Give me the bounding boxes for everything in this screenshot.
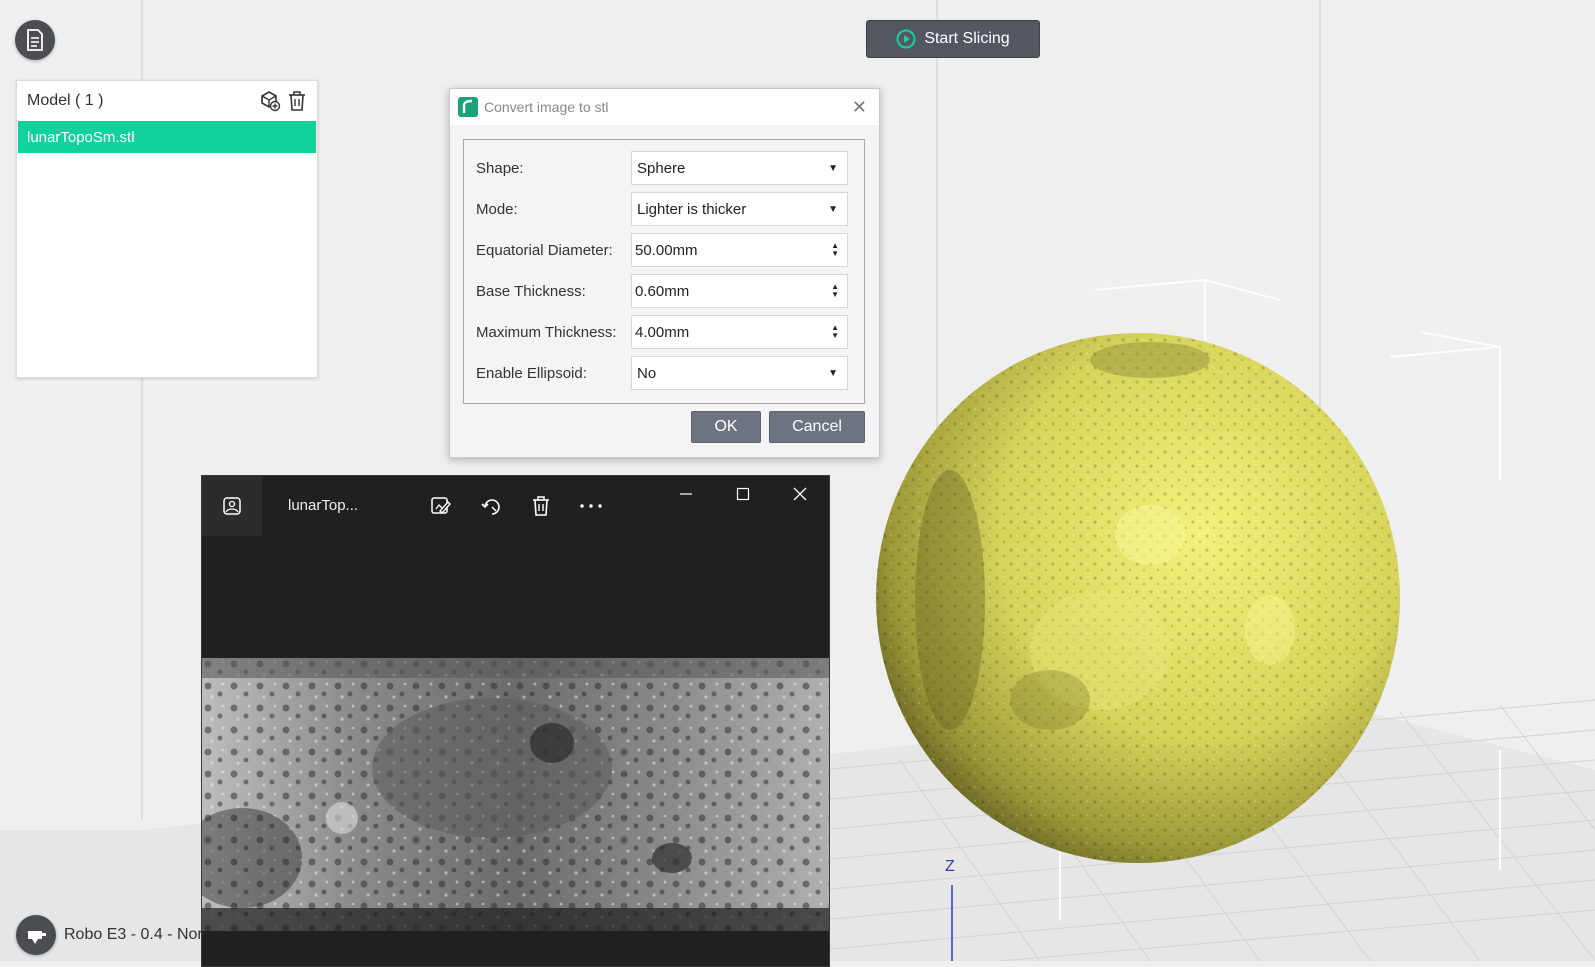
app-logo-icon <box>458 97 478 117</box>
delete-button[interactable] <box>529 494 553 518</box>
maximize-button[interactable] <box>731 482 755 506</box>
minimize-button[interactable] <box>674 482 698 506</box>
trash-icon <box>533 496 549 516</box>
trash-icon[interactable] <box>287 90 307 112</box>
printer-icon <box>28 931 46 944</box>
mode-select[interactable]: Lighter is thicker ▼ <box>631 192 848 226</box>
mode-value: Lighter is thicker <box>637 200 747 218</box>
more-icon <box>580 504 602 508</box>
gallery-icon <box>223 497 241 515</box>
base-thickness-spinbox[interactable]: 0.60mm ▲ ▼ <box>631 274 848 308</box>
dialog-title: Convert image to stl <box>484 99 609 115</box>
add-model-icon[interactable] <box>259 90 281 112</box>
printer-button[interactable] <box>16 915 56 955</box>
start-slicing-label: Start Slicing <box>924 30 1010 47</box>
model-list-item[interactable]: lunarTopoSm.stl <box>18 121 316 153</box>
enable-ellipsoid-value: No <box>637 364 657 382</box>
enable-ellipsoid-label: Enable Ellipsoid: <box>476 364 587 382</box>
printer-status[interactable]: Robo E3 - 0.4 - Nor <box>16 915 203 955</box>
dropdown-arrow-icon: ▼ <box>828 367 838 379</box>
enable-ellipsoid-row: Enable Ellipsoid: No ▼ <box>476 356 856 390</box>
printer-label: Robo E3 - 0.4 - Nor <box>64 926 203 943</box>
photo-viewer-window: lunarTop... <box>201 475 830 967</box>
maximum-thickness-label: Maximum Thickness: <box>476 323 617 341</box>
cancel-button[interactable]: Cancel <box>769 411 865 443</box>
rotate-button[interactable] <box>479 494 503 518</box>
ok-label: OK <box>714 418 738 435</box>
base-thickness-row: Base Thickness: 0.60mm ▲ ▼ <box>476 274 856 308</box>
model-list-item-label: lunarTopoSm.stl <box>27 128 135 146</box>
shape-select[interactable]: Sphere ▼ <box>631 151 848 185</box>
z-axis-label: Z <box>945 858 955 875</box>
enable-ellipsoid-select[interactable]: No ▼ <box>631 356 848 390</box>
spin-arrows-icon[interactable]: ▲ ▼ <box>831 242 839 258</box>
convert-image-dialog: Convert image to stl ✕ Shape: Sphere ▼ M… <box>449 88 880 458</box>
spin-arrows-icon[interactable]: ▲ ▼ <box>831 324 839 340</box>
edit-image-button[interactable] <box>429 494 453 518</box>
viewer-home-button[interactable] <box>202 476 262 536</box>
equatorial-diameter-spinbox[interactable]: 50.00mm ▲ ▼ <box>631 233 848 267</box>
maximum-thickness-spinbox[interactable]: 4.00mm ▲ ▼ <box>631 315 848 349</box>
close-window-button[interactable] <box>788 482 812 506</box>
base-thickness-value: 0.60mm <box>635 282 690 300</box>
file-menu-button[interactable] <box>15 20 55 60</box>
mode-label: Mode: <box>476 200 518 218</box>
moon-model[interactable] <box>876 333 1400 863</box>
viewer-title: lunarTop... <box>288 497 359 514</box>
document-icon <box>27 29 43 51</box>
dialog-form: Shape: Sphere ▼ Mode: Lighter is thicker… <box>463 139 865 404</box>
rotate-icon <box>481 499 500 515</box>
spin-arrows-icon[interactable]: ▲ ▼ <box>831 283 839 299</box>
shape-label: Shape: <box>476 159 524 177</box>
shape-value: Sphere <box>637 159 686 177</box>
equatorial-diameter-row: Equatorial Diameter: 50.00mm ▲ ▼ <box>476 233 856 267</box>
dropdown-arrow-icon: ▼ <box>828 162 838 174</box>
ok-button[interactable]: OK <box>691 411 761 443</box>
cancel-label: Cancel <box>792 418 842 435</box>
maximize-icon <box>736 487 750 501</box>
edit-image-icon <box>431 497 451 515</box>
lunar-map-image <box>202 658 829 931</box>
mode-row: Mode: Lighter is thicker ▼ <box>476 192 856 226</box>
start-slicing-button[interactable]: Start Slicing <box>866 20 1040 58</box>
model-panel-title: Model ( 1 ) <box>27 92 104 109</box>
close-icon <box>793 487 807 501</box>
model-panel-header: Model ( 1 ) <box>17 81 317 121</box>
dialog-titlebar: Convert image to stl ✕ <box>450 89 879 125</box>
play-icon <box>896 29 916 49</box>
maximum-thickness-row: Maximum Thickness: 4.00mm ▲ ▼ <box>476 315 856 349</box>
equatorial-diameter-value: 50.00mm <box>635 241 698 259</box>
viewer-toolbar: lunarTop... <box>202 476 829 536</box>
dropdown-arrow-icon: ▼ <box>828 203 838 215</box>
model-panel: Model ( 1 ) lunarTopoSm.stl <box>16 80 318 378</box>
more-options-button[interactable] <box>579 494 603 518</box>
minimize-icon <box>680 493 692 495</box>
maximum-thickness-value: 4.00mm <box>635 323 690 341</box>
close-icon[interactable]: ✕ <box>852 97 871 118</box>
base-thickness-label: Base Thickness: <box>476 282 586 300</box>
equatorial-diameter-label: Equatorial Diameter: <box>476 241 613 259</box>
shape-row: Shape: Sphere ▼ <box>476 151 856 185</box>
